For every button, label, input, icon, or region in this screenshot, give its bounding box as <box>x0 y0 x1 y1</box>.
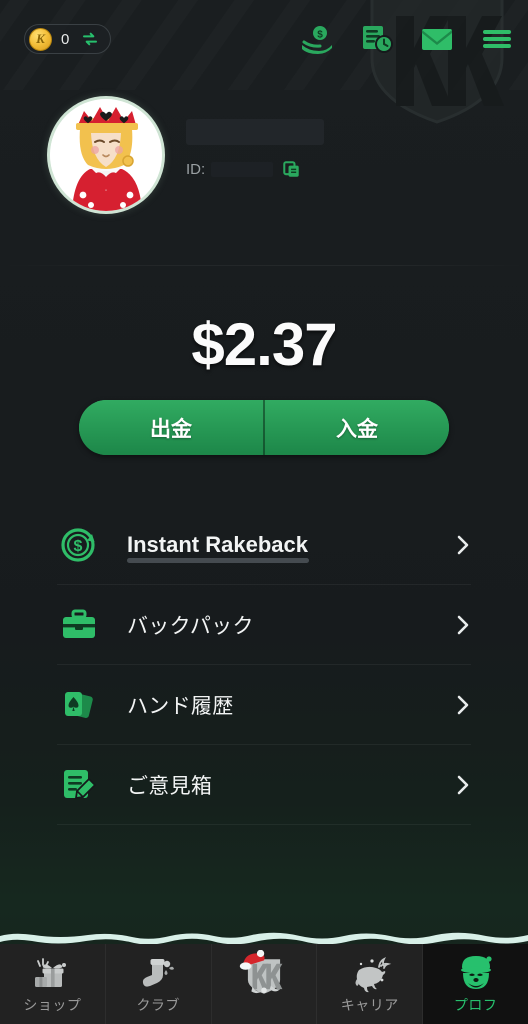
profile-info: ID: <box>186 99 324 178</box>
chevron-right-icon <box>457 535 469 554</box>
id-label: ID: <box>186 161 206 178</box>
menu-item-label: ハンド履歴 <box>127 694 234 718</box>
transaction-history-icon[interactable] <box>360 24 394 54</box>
nav-item-home-logo[interactable] <box>211 944 318 1024</box>
chevron-right-icon <box>457 775 469 794</box>
nav-item-profile[interactable]: プロフ <box>423 944 528 1024</box>
id-value <box>211 162 274 177</box>
deposit-button[interactable]: 入金 <box>265 400 449 455</box>
svg-text:$: $ <box>317 30 323 41</box>
menu-item-backpack[interactable]: バックパック <box>57 585 471 664</box>
app-root: K 0 $ ID: $2.37 出金 入金 $ Instant Rakeback… <box>0 0 528 1024</box>
username-field <box>186 119 324 145</box>
gift-pile-icon <box>35 958 67 987</box>
menu-item-instant-rakeback[interactable]: $ Instant Rakeback <box>57 505 471 584</box>
nav-label: プロフ <box>453 997 498 1013</box>
nav-item-club[interactable]: クラブ <box>105 944 212 1024</box>
nav-label: ショップ <box>23 997 82 1013</box>
swap-icon[interactable] <box>82 31 98 47</box>
queen-of-hearts-avatar <box>50 99 162 211</box>
chevron-right-icon <box>457 615 469 634</box>
section-divider <box>0 265 528 266</box>
top-bar: K 0 $ <box>0 0 528 78</box>
nav-label: クラブ <box>136 997 180 1013</box>
rakeback-hand-icon[interactable]: $ <box>300 24 334 54</box>
menu-item-feedback[interactable]: ご意見箱 <box>57 745 471 824</box>
nav-item-shop[interactable]: ショップ <box>0 944 106 1024</box>
menu-item-hand-history[interactable]: ハンド履歴 <box>57 665 471 744</box>
reindeer-icon <box>355 956 391 993</box>
nav-item-career[interactable]: キャリア <box>317 944 424 1024</box>
chevron-right-icon <box>457 695 469 714</box>
menu-item-label: ご意見箱 <box>127 774 213 798</box>
copy-icon[interactable] <box>283 161 300 178</box>
menu-item-label: バックパック <box>127 614 254 638</box>
mail-icon[interactable] <box>420 24 454 54</box>
profile-block: ID: <box>0 99 528 227</box>
santa-face-icon <box>460 956 492 989</box>
dollar-refresh-icon: $ <box>61 527 95 562</box>
playing-cards-icon <box>65 691 93 718</box>
withdraw-button[interactable]: 出金 <box>79 400 263 455</box>
menu-divider <box>57 824 471 825</box>
top-icon-group: $ <box>300 24 514 54</box>
feedback-note-icon <box>64 769 97 799</box>
k-coin-icon: K <box>29 27 52 51</box>
briefcase-icon <box>63 609 95 638</box>
stocking-icon <box>143 959 175 987</box>
coin-value: 0 <box>61 30 70 48</box>
menu-item-label: Instant Rakeback <box>127 531 308 557</box>
svg-text:$: $ <box>74 538 83 555</box>
id-row: ID: <box>186 161 324 178</box>
coin-balance-chip[interactable]: K 0 <box>24 24 112 54</box>
nav-label: キャリア <box>340 997 399 1013</box>
menu-list: $ Instant Rakeback バックパック ハンド履歴 ご意見箱 <box>57 505 471 825</box>
avatar[interactable] <box>50 99 162 211</box>
bottom-nav-deck: ショップ クラブ キャリア プロフ <box>0 930 528 1024</box>
rakeback-progress-fill <box>127 558 309 563</box>
balance-amount: $2.37 <box>191 311 337 378</box>
kk-logo-santa-icon <box>239 950 283 994</box>
hamburger-menu-icon[interactable] <box>480 24 514 54</box>
rakeback-progress-bar <box>127 558 309 563</box>
bottom-nav: ショップ クラブ キャリア プロフ <box>0 944 528 1024</box>
action-button-group: 出金 入金 <box>79 400 449 455</box>
